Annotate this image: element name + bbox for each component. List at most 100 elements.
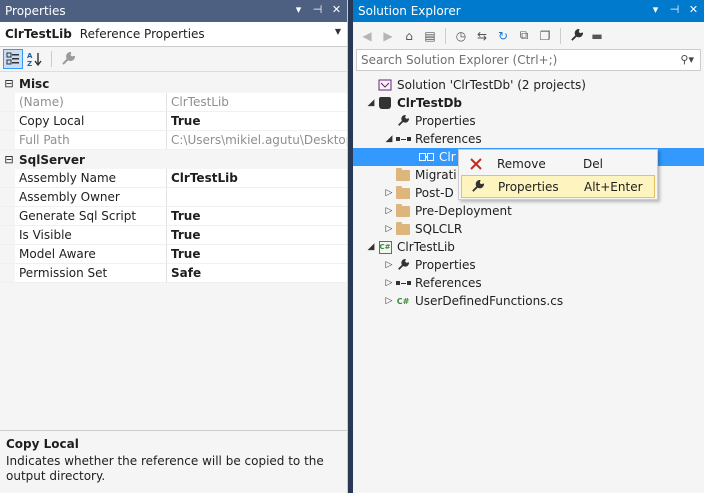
property-value[interactable]: True: [167, 226, 347, 244]
menu-item-remove[interactable]: Remove Del: [461, 152, 655, 175]
category-label: Misc: [19, 76, 50, 91]
property-value[interactable]: ClrTestLib: [167, 93, 347, 111]
property-value[interactable]: C:\Users\mikiel.agutu\Desktop\C: [167, 131, 347, 149]
window-position-dropdown-icon[interactable]: ▾: [292, 3, 305, 16]
property-grid: ⊟ Misc (Name) ClrTestLib Copy Local True…: [0, 74, 347, 283]
pending-changes-filter-icon[interactable]: ◷: [451, 26, 471, 46]
context-menu: Remove Del Properties Alt+Enter: [458, 149, 658, 200]
window-position-dropdown-icon[interactable]: ▾: [649, 3, 662, 16]
search-icon[interactable]: ⚲▾: [680, 53, 694, 66]
collapsed-arrow-icon[interactable]: ▷: [383, 260, 395, 270]
row-gutter: [0, 131, 15, 149]
tree-node-lib-properties[interactable]: ▷ Properties: [353, 256, 704, 274]
row-gutter: [0, 188, 15, 206]
forward-icon[interactable]: ▶: [378, 26, 398, 46]
tree-node-clrtestlib-project[interactable]: ◢ C# ClrTestLib: [353, 238, 704, 256]
property-value[interactable]: Safe: [167, 264, 347, 282]
tree-node-lib-references[interactable]: ▷ References: [353, 274, 704, 292]
row-gutter: [0, 245, 15, 263]
property-row-model-aware[interactable]: Model Aware True: [0, 245, 347, 264]
property-row-is-visible[interactable]: Is Visible True: [0, 226, 347, 245]
property-value[interactable]: ClrTestLib: [167, 169, 347, 187]
tree-node-userdefinedfunctions[interactable]: ▷ C# UserDefinedFunctions.cs: [353, 292, 704, 310]
switch-views-icon[interactable]: ▤: [420, 26, 440, 46]
categorized-button[interactable]: [3, 49, 23, 69]
category-misc[interactable]: ⊟ Misc: [0, 74, 347, 93]
tree-node-solution[interactable]: Solution 'ClrTestDb' (2 projects): [353, 76, 704, 94]
tree-node-label: References: [415, 276, 482, 290]
properties-wrench-icon[interactable]: [566, 26, 586, 46]
close-icon[interactable]: ✕: [687, 3, 700, 16]
property-row-assembly-owner[interactable]: Assembly Owner: [0, 188, 347, 207]
property-value[interactable]: True: [167, 207, 347, 225]
property-row-name[interactable]: (Name) ClrTestLib: [0, 93, 347, 112]
solution-explorer-title-bar: Solution Explorer ▾ ⊣ ✕: [353, 0, 704, 22]
alphabetical-button[interactable]: A Z: [25, 49, 45, 69]
show-all-files-icon[interactable]: ❐: [535, 26, 555, 46]
property-row-copy-local[interactable]: Copy Local True: [0, 112, 347, 131]
properties-title-bar: Properties ▾ ⊣ ✕: [0, 0, 347, 22]
property-row-assembly-name[interactable]: Assembly Name ClrTestLib: [0, 169, 347, 188]
properties-toolbar: A Z: [0, 47, 347, 72]
tree-node-references[interactable]: ◢ References: [353, 130, 704, 148]
collapsed-arrow-icon[interactable]: ▷: [383, 224, 395, 234]
chevron-down-icon[interactable]: ▼: [335, 27, 341, 36]
tree-node-label: Properties: [415, 258, 476, 272]
preview-selected-items-icon[interactable]: ▬: [587, 26, 607, 46]
pin-icon[interactable]: ⊣: [311, 3, 324, 16]
categorized-icon: [6, 52, 19, 65]
expanded-arrow-icon[interactable]: ◢: [365, 98, 377, 108]
toolbar-divider: [445, 27, 446, 44]
solution-explorer-title: Solution Explorer: [358, 4, 461, 18]
tree-node-pre-deployment[interactable]: ▷ Pre-Deployment: [353, 202, 704, 220]
row-gutter: [0, 93, 15, 111]
expanded-arrow-icon[interactable]: ◢: [383, 134, 395, 144]
tree-node-clrtestdb[interactable]: ◢ ClrTestDb: [353, 94, 704, 112]
collapsed-arrow-icon[interactable]: ▷: [383, 188, 395, 198]
property-value[interactable]: True: [167, 245, 347, 263]
search-input[interactable]: Search Solution Explorer (Ctrl+;): [361, 53, 557, 67]
property-row-generate-sql-script[interactable]: Generate Sql Script True: [0, 207, 347, 226]
property-name: Full Path: [15, 131, 167, 149]
close-icon[interactable]: ✕: [330, 3, 343, 16]
property-row-full-path[interactable]: Full Path C:\Users\mikiel.agutu\Desktop\…: [0, 131, 347, 150]
description-body: Indicates whether the reference will be …: [6, 454, 324, 483]
category-sqlserver[interactable]: ⊟ SqlServer: [0, 150, 347, 169]
collapse-icon[interactable]: ⊟: [2, 77, 16, 90]
property-row-permission-set[interactable]: Permission Set Safe: [0, 264, 347, 283]
wrench-icon: [395, 258, 411, 272]
tree-node-label: Post-D: [415, 186, 454, 200]
wrench-icon: [62, 52, 75, 65]
wrench-icon: [570, 29, 583, 41]
collapse-icon[interactable]: ⊟: [2, 153, 16, 166]
object-selector[interactable]: ClrTestLib Reference Properties ▼: [0, 22, 347, 47]
home-icon[interactable]: ⌂: [399, 26, 419, 46]
property-name: Generate Sql Script: [15, 207, 167, 225]
toolbar-divider: [51, 51, 52, 67]
back-icon[interactable]: ◀: [357, 26, 377, 46]
expanded-arrow-icon[interactable]: ◢: [365, 242, 377, 252]
menu-item-shortcut: Alt+Enter: [584, 179, 643, 194]
sort-az-icon: A Z: [27, 52, 42, 67]
tree-node-properties[interactable]: Properties: [353, 112, 704, 130]
collapse-all-icon[interactable]: ⧉: [514, 26, 534, 46]
property-pages-button[interactable]: [58, 49, 78, 69]
tree-node-sqlclr[interactable]: ▷ SQLCLR: [353, 220, 704, 238]
tree-node-label: ClrTestLib: [397, 240, 455, 254]
database-project-icon: [377, 96, 393, 110]
collapsed-arrow-icon[interactable]: ▷: [383, 206, 395, 216]
refresh-icon[interactable]: ↻: [493, 26, 513, 46]
property-value[interactable]: [167, 188, 347, 206]
sync-with-document-icon[interactable]: ⇆: [472, 26, 492, 46]
collapsed-arrow-icon[interactable]: ▷: [383, 296, 395, 306]
tree-node-label: Solution 'ClrTestDb' (2 projects): [397, 78, 586, 92]
menu-item-properties[interactable]: Properties Alt+Enter: [461, 175, 655, 198]
property-name: (Name): [15, 93, 167, 111]
references-icon: [395, 132, 411, 146]
row-gutter: [0, 264, 15, 282]
property-value[interactable]: True: [167, 112, 347, 130]
menu-item-label: Properties: [498, 179, 559, 194]
pin-icon[interactable]: ⊣: [668, 3, 681, 16]
search-box[interactable]: Search Solution Explorer (Ctrl+;) ⚲▾: [356, 49, 701, 71]
collapsed-arrow-icon[interactable]: ▷: [383, 278, 395, 288]
